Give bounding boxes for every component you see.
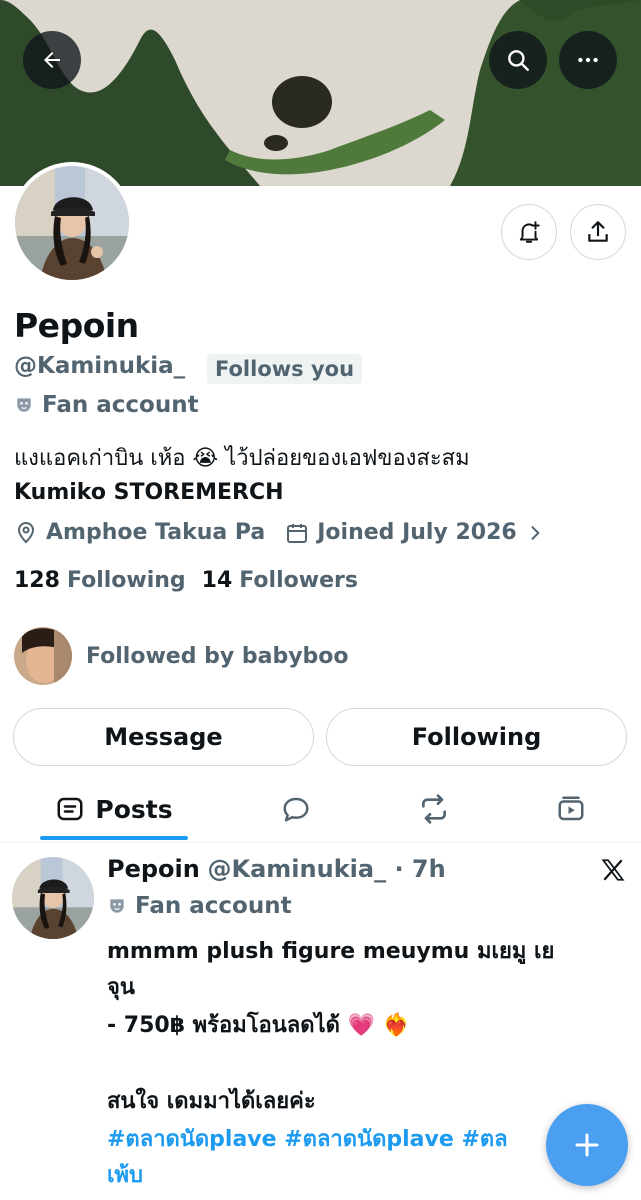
following-label: Following [66,568,186,593]
mask-icon [17,398,31,412]
followed-by[interactable]: Followed by babyboo [14,627,349,685]
compose-button[interactable] [546,1104,628,1186]
display-name: Pepoin [14,306,139,345]
calendar-icon [287,523,308,543]
post-header: Pepoin @Kaminukia_ · 7h [107,855,446,883]
media-tab-icon [558,796,584,821]
post-category: Fan account [107,893,292,919]
chevron-right-icon [531,525,540,540]
mask-icon [110,899,124,913]
post-card[interactable]: Pepoin @Kaminukia_ · 7h Fan account mmmm… [0,843,641,1200]
active-tab-indicator [40,836,188,840]
back-button[interactable] [23,31,81,89]
x-logo-icon [600,857,626,887]
follow-stats: 128 Following 14 Followers [14,568,358,593]
category-label: Fan account [42,392,199,418]
reposts-tab-icon [422,794,446,824]
followers-count: 14 [201,568,233,593]
profile-avatar[interactable] [11,162,133,284]
following-button[interactable]: Following [326,708,627,766]
more-button[interactable] [559,31,617,89]
posts-tab-icon [57,797,83,821]
message-button[interactable]: Message [13,708,314,766]
share-icon [588,221,608,242]
joined-text: Joined July 2026 [317,520,517,545]
tab-posts[interactable]: Posts [40,778,188,840]
post-text-line-1: mmmm plush figure meuymu มเยมู เย [107,939,555,964]
profile-tabs: Posts [0,778,641,843]
tab-reposts[interactable] [404,778,464,840]
followers-label: Followers [239,568,358,593]
profile-meta: Amphoe Takua Pa Joined July 2026 [14,520,565,545]
post-category-label: Fan account [135,893,292,919]
tab-media[interactable] [541,778,601,840]
category-row: Fan account [14,392,199,418]
notification-bell-icon [519,221,540,243]
post-author-meta: @Kaminukia_ · 7h [207,855,446,883]
plus-icon [575,1133,599,1157]
notifications-button[interactable] [501,204,557,260]
tab-replies[interactable] [266,778,326,840]
post-text-line-6[interactable]: เพ้บ [107,1157,143,1192]
bio-line-2: Kumiko STOREMERCH [14,480,284,505]
followers-stat[interactable]: 14 Followers [202,568,358,593]
joined-date[interactable]: Joined July 2026 [285,520,544,545]
tab-posts-label: Posts [95,794,173,824]
user-handle: @Kaminukia_ [14,353,186,379]
follower-avatar [14,627,72,685]
profile-banner[interactable] [0,0,641,186]
followed-by-text: Followed by babyboo [86,643,349,669]
following-count: 128 [14,568,60,593]
replies-tab-icon [283,797,309,822]
bio: แงแอคเก่าบิน เห้อ 😭 ไว้ปล่อยของเอฟของสะส… [14,442,624,510]
follows-you-badge: Follows you [207,354,363,384]
search-icon [508,50,529,71]
following-stat[interactable]: 128 Following [14,568,186,593]
post-text-line-4: สนใจ เดมมาได้เลยค่ะ [107,1089,316,1114]
bio-line-1: แงแอคเก่าบิน เห้อ 😭 ไว้ปล่อยของเอฟของสะส… [14,446,470,471]
search-button[interactable] [489,31,547,89]
post-text-line-2: จุน [107,975,135,1000]
post-author-avatar[interactable] [12,857,94,939]
location-pin-icon [17,521,35,543]
location: Amphoe Takua Pa [14,520,265,545]
more-icon [578,57,598,63]
location-text: Amphoe Takua Pa [46,520,266,545]
share-button[interactable] [570,204,626,260]
post-text-line-3: - 750฿ พร้อมโอนลดได้ 💗 ❤️‍🔥 [107,1013,411,1038]
post-author-name[interactable]: Pepoin [107,855,200,883]
back-arrow-icon [44,52,60,68]
